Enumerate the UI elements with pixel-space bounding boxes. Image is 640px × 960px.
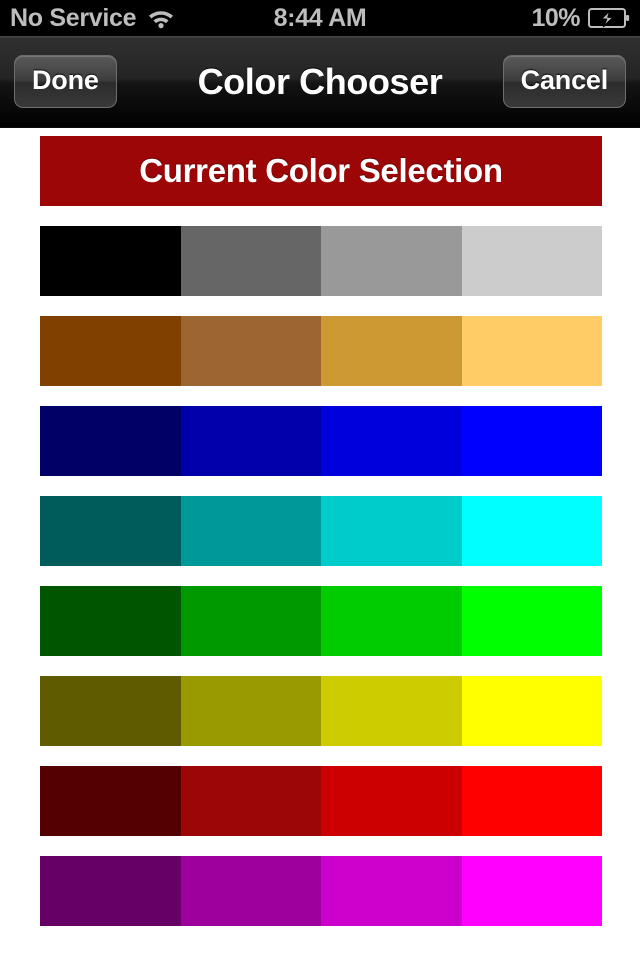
color-swatch-blue-3[interactable]: [321, 406, 462, 476]
color-swatch-yellow-4[interactable]: [461, 676, 602, 746]
color-swatch-green-2[interactable]: [180, 586, 321, 656]
color-swatch-red-3[interactable]: [321, 766, 462, 836]
color-swatch-brown-4[interactable]: [461, 316, 602, 386]
color-swatch-cyan-1[interactable]: [40, 496, 181, 566]
color-swatch-brown-1[interactable]: [40, 316, 181, 386]
color-row-brown: [40, 316, 602, 386]
done-button[interactable]: Done: [14, 55, 117, 108]
battery-percent-label: 10%: [531, 3, 580, 32]
color-swatch-grayscale-2[interactable]: [180, 226, 321, 296]
color-swatch-blue-2[interactable]: [180, 406, 321, 476]
current-color-selection-banner[interactable]: Current Color Selection: [40, 136, 602, 206]
color-swatch-brown-2[interactable]: [180, 316, 321, 386]
color-swatch-magenta-3[interactable]: [321, 856, 462, 926]
color-swatch-magenta-2[interactable]: [180, 856, 321, 926]
status-bar-right: 10%: [531, 4, 630, 33]
color-swatch-brown-3[interactable]: [321, 316, 462, 386]
color-swatch-blue-4[interactable]: [461, 406, 602, 476]
color-palette: [40, 226, 602, 926]
color-swatch-yellow-1[interactable]: [40, 676, 181, 746]
carrier-label: No Service: [10, 3, 137, 32]
clock-label: 8:44 AM: [273, 3, 367, 32]
color-swatch-blue-1[interactable]: [40, 406, 181, 476]
battery-charging-icon: [588, 7, 630, 29]
color-row-magenta: [40, 856, 602, 926]
color-swatch-magenta-1[interactable]: [40, 856, 181, 926]
color-swatch-red-1[interactable]: [40, 766, 181, 836]
color-swatch-magenta-4[interactable]: [461, 856, 602, 926]
color-swatch-cyan-4[interactable]: [461, 496, 602, 566]
color-swatch-red-4[interactable]: [461, 766, 602, 836]
color-swatch-grayscale-1[interactable]: [40, 226, 181, 296]
color-row-cyan: [40, 496, 602, 566]
color-chooser-content: Current Color Selection: [0, 128, 640, 960]
color-row-blue: [40, 406, 602, 476]
color-row-yellow: [40, 676, 602, 746]
navigation-bar: Done Color Chooser Cancel: [0, 36, 640, 128]
wifi-icon: [146, 7, 176, 29]
color-row-grayscale: [40, 226, 602, 296]
status-bar: No Service 8:44 AM 10%: [0, 0, 640, 36]
color-row-green: [40, 586, 602, 656]
status-bar-left: No Service: [10, 3, 176, 32]
color-row-red: [40, 766, 602, 836]
color-swatch-green-4[interactable]: [461, 586, 602, 656]
color-swatch-cyan-2[interactable]: [180, 496, 321, 566]
current-color-selection-label: Current Color Selection: [139, 152, 503, 189]
color-swatch-yellow-3[interactable]: [321, 676, 462, 746]
color-swatch-red-2[interactable]: [180, 766, 321, 836]
color-swatch-green-3[interactable]: [321, 586, 462, 656]
cancel-button[interactable]: Cancel: [502, 55, 626, 108]
color-swatch-grayscale-4[interactable]: [461, 226, 602, 296]
color-swatch-grayscale-3[interactable]: [321, 226, 462, 296]
color-swatch-yellow-2[interactable]: [180, 676, 321, 746]
color-swatch-cyan-3[interactable]: [321, 496, 462, 566]
color-swatch-green-1[interactable]: [40, 586, 181, 656]
